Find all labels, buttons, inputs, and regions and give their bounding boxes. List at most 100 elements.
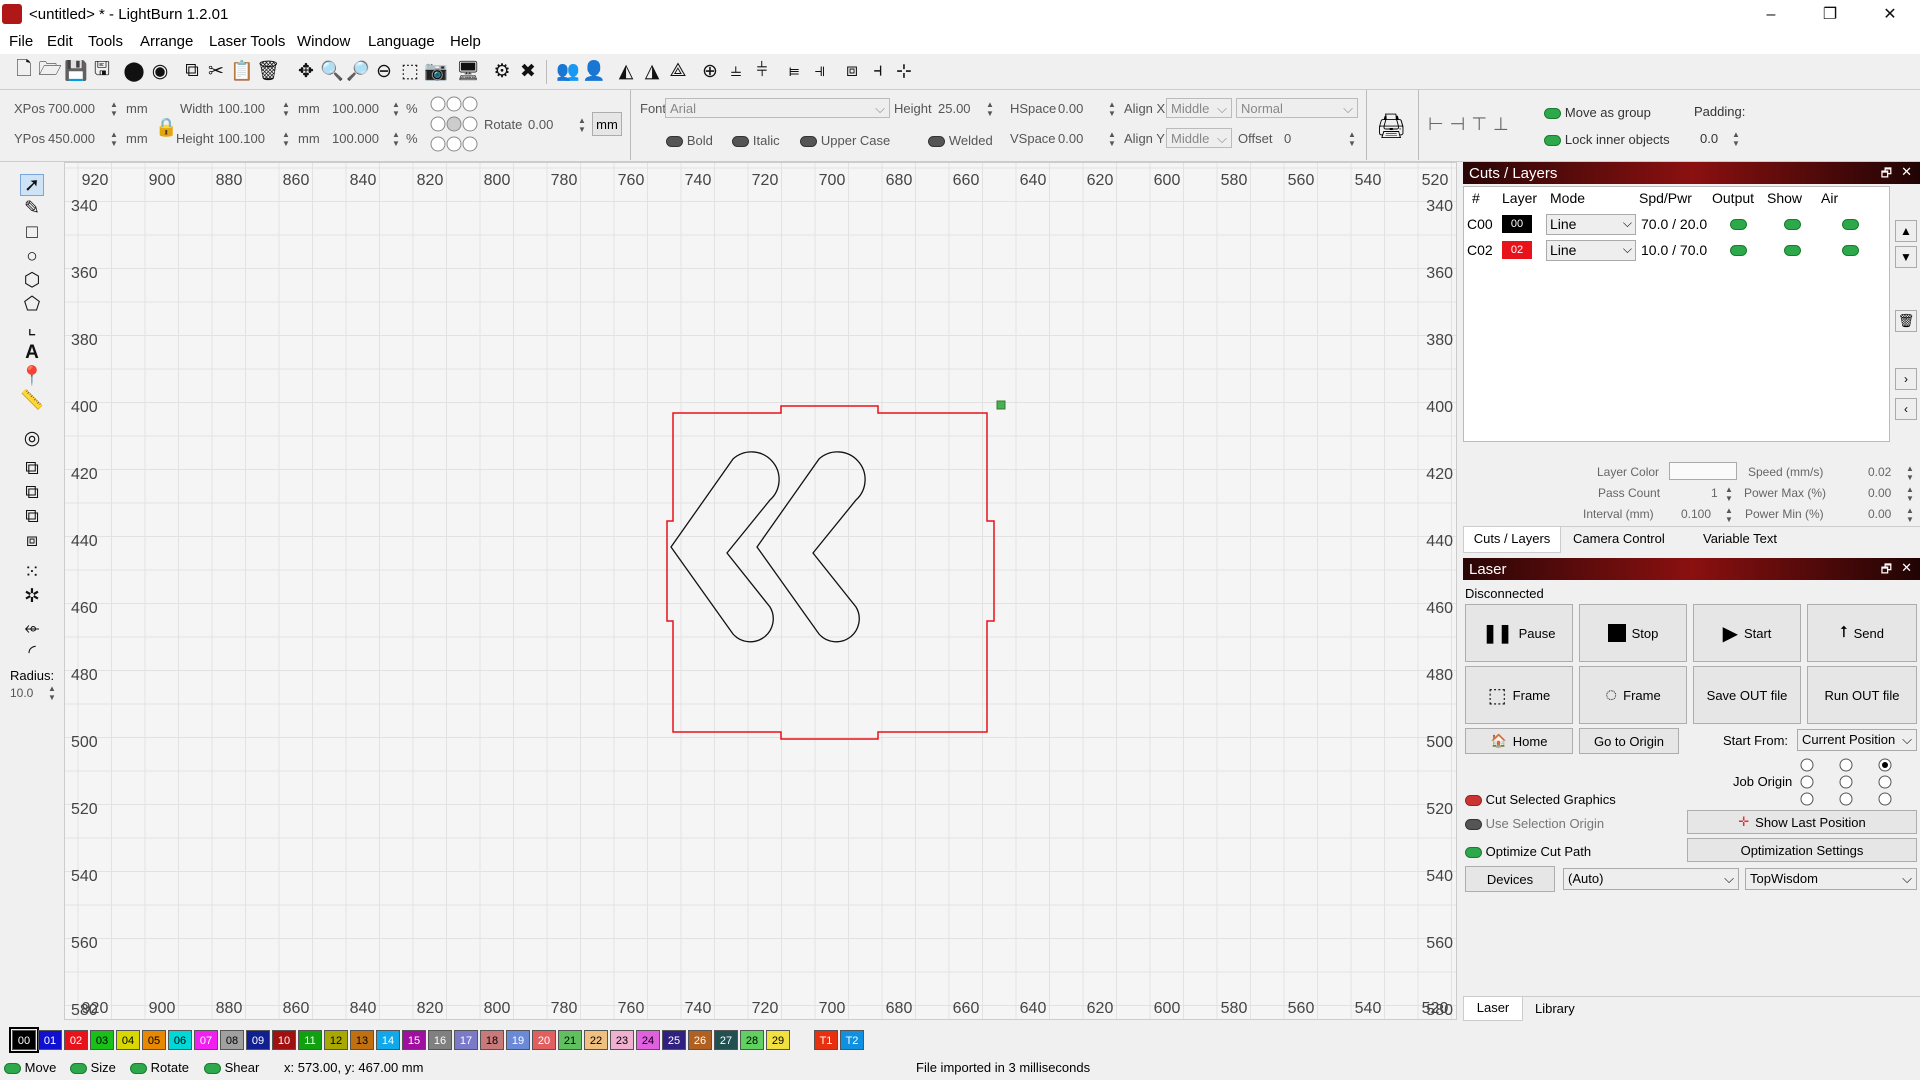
speed-spinner-icon[interactable]: ▲ ▼ — [1904, 464, 1916, 482]
tab-library[interactable]: Library — [1535, 1001, 1575, 1016]
mode-select[interactable]: Line ⌵ — [1546, 214, 1636, 235]
expand-right-icon[interactable]: › — [1895, 368, 1917, 390]
align-x-select[interactable]: Middle ⌵ — [1166, 98, 1232, 118]
air-switch-icon[interactable] — [1842, 219, 1859, 230]
menu-file[interactable]: File — [9, 33, 33, 50]
move-as-group-toggle[interactable]: Move as group — [1544, 104, 1651, 120]
tab-cuts-layers[interactable]: Cuts / Layers — [1463, 527, 1561, 553]
ungroup-icon[interactable]: 👤 — [582, 58, 606, 84]
hspace-value[interactable]: 0.00 — [1058, 101, 1083, 116]
move-toggle[interactable]: Move — [4, 1060, 56, 1075]
anchor-point-grid[interactable] — [430, 94, 478, 154]
edit-nodes-icon[interactable]: ✎ — [20, 198, 44, 220]
lock-ratio-icon[interactable]: 🔒 — [155, 117, 177, 138]
export-icon[interactable]: ◉ — [148, 58, 172, 84]
save-out-file-button[interactable]: Save OUT file — [1693, 666, 1801, 724]
port-select[interactable]: (Auto) ⌵ — [1563, 868, 1739, 890]
welded-toggle[interactable]: Welded — [928, 132, 993, 148]
float-panel-icon[interactable]: 🗗 — [1881, 164, 1892, 185]
text-mode-select[interactable]: Normal ⌵ — [1236, 98, 1358, 118]
selection-handle[interactable] — [996, 400, 1006, 410]
align-horizontal-icon[interactable]: ⫨ — [724, 58, 748, 84]
interval-value[interactable]: 0.100 — [1681, 507, 1711, 521]
boolean-intersect-icon[interactable]: ⧈ — [20, 530, 44, 552]
tab-laser[interactable]: Laser — [1463, 997, 1523, 1021]
output-switch-icon[interactable] — [1730, 219, 1747, 230]
padding-value[interactable]: 0.0 — [1700, 131, 1718, 146]
copy-icon[interactable]: ⧉ — [180, 58, 204, 84]
device-select[interactable]: TopWisdom ⌵ — [1745, 868, 1917, 890]
offset-value[interactable]: 0 — [1284, 131, 1291, 146]
cut-icon[interactable]: ✂ — [204, 58, 228, 84]
grid-array-icon[interactable]: ⁙ — [20, 562, 44, 584]
paste-icon[interactable]: 📋 — [230, 58, 254, 84]
corner-radius-icon[interactable]: ◜ — [20, 642, 44, 664]
close-panel-icon[interactable]: ✕ — [1901, 164, 1912, 180]
frame-circle-button[interactable]: ◌ Frame — [1579, 666, 1687, 724]
laser-print-icon[interactable]: 🖨 — [1376, 112, 1406, 141]
table-row[interactable]: C02 02 Line ⌵ 10.0 / 70.0 — [1464, 239, 1889, 263]
padding-spinner-icon[interactable]: ▲ ▼ — [1730, 130, 1742, 148]
move-layer-down-icon[interactable]: ▼ — [1895, 246, 1917, 268]
hspace-spinner-icon[interactable]: ▲ ▼ — [1106, 100, 1118, 118]
chevron-shape-left[interactable] — [670, 451, 780, 643]
radius-spinner-icon[interactable]: ▲ ▼ — [46, 684, 58, 702]
show-switch-icon[interactable] — [1784, 245, 1801, 256]
power-min-spinner-icon[interactable]: ▲ ▼ — [1904, 506, 1916, 524]
palette-swatch-01[interactable]: 01 — [38, 1030, 62, 1050]
units-toggle-button[interactable]: mm — [592, 112, 622, 136]
job-origin-grid[interactable] — [1793, 756, 1893, 810]
pass-count-value[interactable]: 1 — [1711, 486, 1718, 500]
tools-icon[interactable]: ✖ — [516, 58, 540, 84]
palette-swatch-18[interactable]: 18 — [480, 1030, 504, 1050]
palette-swatch-09[interactable]: 09 — [246, 1030, 270, 1050]
canvas-grid[interactable]: 920 900 880 860 840 820 800 780 760 740 720 700 680 6… — [65, 163, 1456, 1019]
dock-icon[interactable]: ⫞ — [866, 58, 890, 84]
palette-swatch-02[interactable]: 02 — [64, 1030, 88, 1050]
palette-swatch-17[interactable]: 17 — [454, 1030, 478, 1050]
font-select[interactable]: Arial ⌵ — [665, 98, 890, 118]
palette-swatch-12[interactable]: 12 — [324, 1030, 348, 1050]
palette-swatch-23[interactable]: 23 — [610, 1030, 634, 1050]
rotate-spinner-icon[interactable]: ▲ ▼ — [576, 116, 588, 134]
palette-swatch-28[interactable]: 28 — [740, 1030, 764, 1050]
flip-horizontal-icon[interactable]: ◭ — [614, 58, 638, 84]
delete-layer-icon[interactable]: 🗑 — [1895, 310, 1917, 332]
palette-swatch-11[interactable]: 11 — [298, 1030, 322, 1050]
boolean-union-icon[interactable]: ⧉ — [20, 482, 44, 504]
width-percent[interactable]: 100.000 — [332, 101, 379, 116]
devices-button[interactable]: Devices — [1465, 866, 1555, 892]
offset-shapes-icon[interactable]: ◎ — [20, 428, 44, 450]
xpos-value[interactable]: 700.000 — [48, 101, 95, 116]
palette-swatch-26[interactable]: 26 — [688, 1030, 712, 1050]
crop-icon[interactable]: ⌞ — [20, 318, 44, 340]
run-out-file-button[interactable]: Run OUT file — [1807, 666, 1917, 724]
radius-value[interactable]: 10.0 — [10, 686, 33, 700]
speed-value[interactable]: 0.02 — [1868, 465, 1891, 479]
polygon-tool-icon[interactable]: ⬡ — [20, 270, 44, 292]
group-icon[interactable]: 👥 — [556, 58, 580, 84]
palette-swatch-24[interactable]: 24 — [636, 1030, 660, 1050]
go-to-origin-button[interactable]: Go to Origin — [1579, 728, 1679, 754]
height-spinner-icon[interactable]: ▲ ▼ — [280, 130, 292, 148]
layer-color-swatch[interactable] — [1669, 462, 1737, 480]
close-panel-icon[interactable]: ✕ — [1901, 560, 1912, 576]
font-height-value[interactable]: 25.00 — [938, 101, 971, 116]
collapse-left-icon[interactable]: ‹ — [1895, 398, 1917, 420]
palette-swatch-03[interactable]: 03 — [90, 1030, 114, 1050]
menu-laser-tools[interactable]: Laser Tools — [209, 33, 285, 50]
width-value[interactable]: 100.100 — [218, 101, 265, 116]
draw-lines-icon[interactable]: ⬠ — [20, 294, 44, 316]
ypos-spinner-icon[interactable]: ▲ ▼ — [108, 130, 120, 148]
zoom-fit-icon[interactable]: ⊖ — [372, 58, 396, 84]
cut-selected-toggle[interactable]: Cut Selected Graphics — [1465, 792, 1616, 807]
frame-button[interactable]: ⬚ Frame — [1465, 666, 1573, 724]
settings-icon[interactable]: ⚙ — [490, 58, 514, 84]
palette-swatch-t1[interactable]: T1 — [814, 1030, 838, 1050]
spd-pwr-value[interactable]: 70.0 / 20.0 — [1641, 216, 1707, 232]
start-button[interactable]: ▶ Start — [1693, 604, 1801, 662]
interval-spinner-icon[interactable]: ▲ ▼ — [1723, 506, 1735, 524]
start-from-select[interactable]: Current Position ⌵ — [1797, 729, 1917, 751]
save-icon[interactable]: 💾 — [64, 58, 88, 84]
menu-language[interactable]: Language — [368, 33, 435, 50]
